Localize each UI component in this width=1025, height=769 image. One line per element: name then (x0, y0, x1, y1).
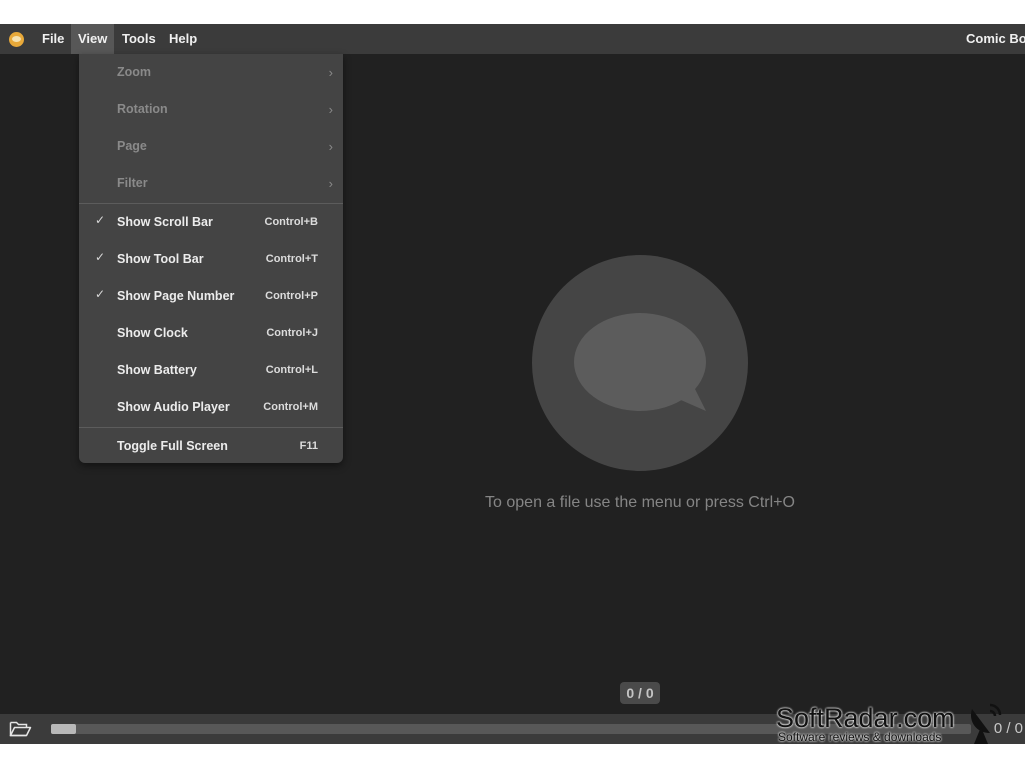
chevron-right-icon: › (328, 65, 333, 80)
checkmark-icon: ✓ (95, 250, 106, 264)
checkmark-icon: ✓ (95, 287, 106, 301)
menu-item-toggle-full-screen[interactable]: Toggle Full Screen F11 (79, 428, 343, 465)
menu-item-label: Show Tool Bar (117, 252, 204, 266)
menu-item-label: Show Audio Player (117, 400, 230, 414)
menu-item-show-audio-player[interactable]: Show Audio Player Control+M (79, 389, 343, 426)
menu-item-label: Filter (117, 176, 148, 190)
menu-shortcut: Control+M (263, 401, 318, 413)
menu-item-label: Show Battery (117, 363, 197, 377)
menu-shortcut: Control+P (265, 290, 318, 302)
scroll-thumb[interactable] (51, 724, 76, 734)
speech-bubble-icon (574, 313, 706, 411)
menu-item-show-battery[interactable]: Show Battery Control+L (79, 352, 343, 389)
app-title: Comic Boo (966, 31, 1025, 46)
watermark-name: SoftRadar.com (776, 703, 955, 733)
chevron-right-icon: › (328, 139, 333, 154)
menu-bar: File View Tools Help Comic Boo (0, 24, 1025, 54)
page-number-badge: 0 / 0 (620, 682, 660, 704)
open-file-button[interactable] (9, 720, 32, 738)
menu-item-label: Toggle Full Screen (117, 439, 228, 453)
open-file-hint: To open a file use the menu or press Ctr… (485, 494, 795, 511)
submenu-zoom[interactable]: Zoom › (79, 54, 343, 91)
menu-shortcut: Control+J (266, 327, 318, 339)
menu-shortcut: Control+T (265, 253, 318, 265)
menu-item-show-page-number[interactable]: Show Page Number ✓ Control+P (79, 278, 343, 315)
menu-shortcut: Control+L (265, 364, 318, 376)
menu-item-label: Page (117, 139, 147, 153)
chevron-right-icon: › (328, 176, 333, 191)
submenu-filter[interactable]: Filter › (79, 165, 343, 202)
softradar-watermark: SoftRadar.com Software reviews & downloa… (776, 703, 1025, 745)
checkmark-icon: ✓ (95, 213, 106, 227)
menu-item-label: Rotation (117, 102, 168, 116)
menu-shortcut: Control+B (264, 216, 318, 228)
app-logo-icon (9, 32, 24, 47)
menu-view[interactable]: View (71, 24, 115, 54)
menu-item-show-tool-bar[interactable]: Show Tool Bar ✓ Control+T (79, 241, 343, 278)
menu-item-label: Zoom (117, 65, 152, 79)
menu-item-label: Show Scroll Bar (117, 215, 213, 229)
satellite-dish-icon (970, 703, 1002, 744)
menu-item-show-scroll-bar[interactable]: Show Scroll Bar ✓ Control+B (79, 204, 343, 241)
menu-file[interactable]: File (35, 24, 71, 54)
menu-shortcut: F11 (299, 440, 318, 452)
menu-item-label: Show Clock (117, 326, 188, 340)
watermark-tagline: Software reviews & downloads (778, 730, 942, 744)
app-window: File View Tools Help Comic Boo To open a… (0, 24, 1025, 744)
menu-help[interactable]: Help (162, 24, 204, 54)
folder-open-icon (9, 721, 32, 737)
chevron-right-icon: › (328, 102, 333, 117)
submenu-page[interactable]: Page › (79, 128, 343, 165)
menu-tools[interactable]: Tools (115, 24, 163, 54)
menu-item-show-clock[interactable]: Show Clock Control+J (79, 315, 343, 352)
menu-item-label: Show Page Number (117, 289, 235, 303)
view-menu-dropdown: Zoom › Rotation › Page › Filter › Show Scroll Ba… (79, 54, 343, 463)
submenu-rotation[interactable]: Rotation › (79, 91, 343, 128)
empty-state-illustration (532, 255, 748, 471)
